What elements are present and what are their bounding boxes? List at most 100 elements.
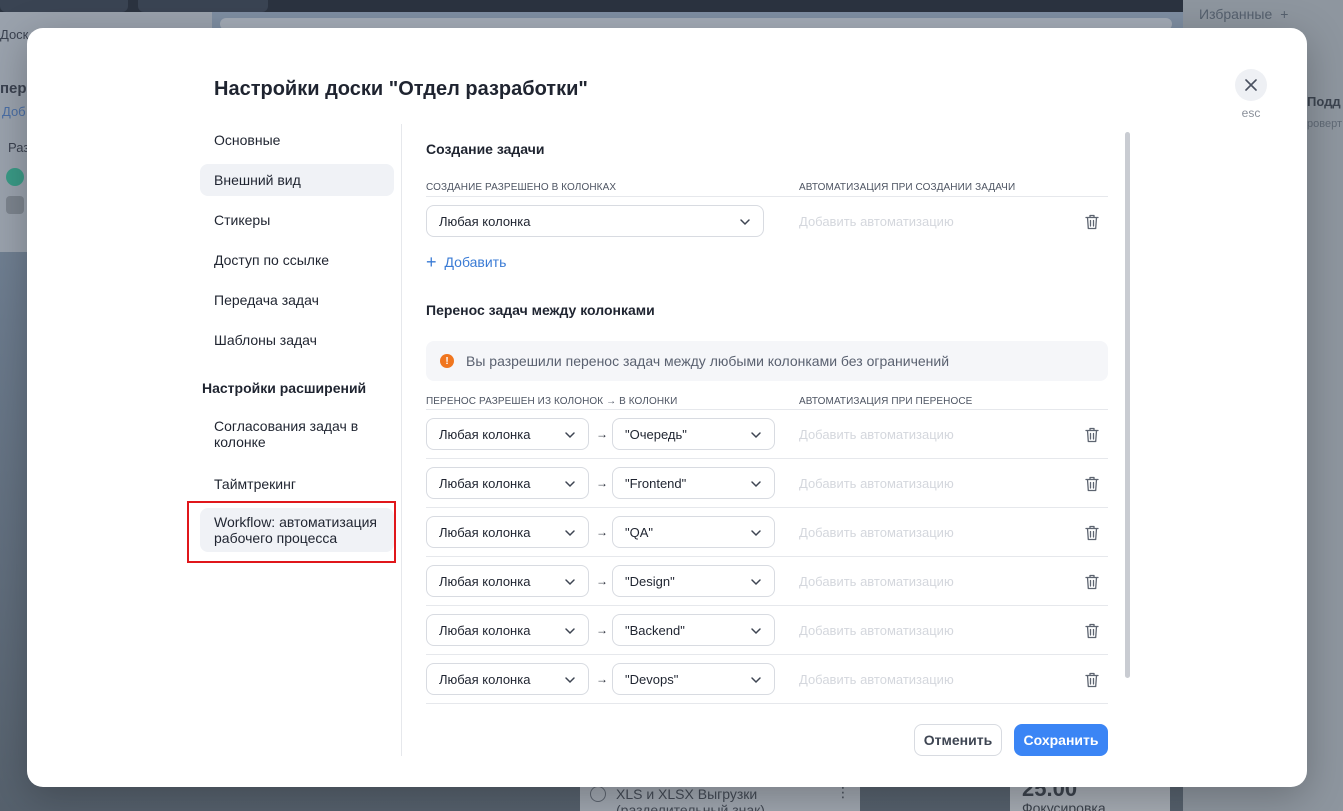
select-value: "Design" [625,573,675,589]
select-value: Любая колонка [439,622,531,638]
nav-item-task-transfer[interactable]: Передача задач [200,284,394,316]
chevron-down-icon [565,432,575,439]
trash-icon[interactable] [1085,427,1099,443]
bg-right-sub: роверт [1307,118,1342,130]
add-automation-link[interactable]: Добавить автоматизацию [799,214,954,229]
nav-item-label: Workflow: автоматизация рабочего процесс… [214,514,378,546]
trash-icon[interactable] [1085,574,1099,590]
chevron-down-icon [751,481,761,488]
transfer-from-select[interactable]: Любая колонка [426,614,589,646]
transfer-from-select[interactable]: Любая колонка [426,516,589,548]
nav-item-label: Стикеры [214,212,271,228]
nav-item-label: Таймтрекинг [214,476,296,492]
trash-icon[interactable] [1085,623,1099,639]
select-value: "Devops" [625,671,679,687]
info-text: Вы разрешили перенос задач между любыми … [466,353,950,369]
trash-icon[interactable] [1085,672,1099,688]
select-value: "Backend" [625,622,685,638]
chevron-down-icon [751,432,761,439]
column-header: Автоматизация при переносе [799,396,973,407]
bg-right-title: Подд [1307,94,1341,109]
transfer-to-select[interactable]: "Devops" [612,663,775,695]
save-button[interactable]: Сохранить [1014,724,1108,756]
transfer-to-select[interactable]: "Очередь" [612,418,775,450]
select-value: Любая колонка [439,475,531,491]
transfer-to-select[interactable]: "QA" [612,516,775,548]
transfer-from-select[interactable]: Любая колонка [426,565,589,597]
transfer-to-select[interactable]: "Backend" [612,614,775,646]
divider [426,458,1108,459]
nav-item-link-access[interactable]: Доступ по ссылке [200,244,394,276]
transfer-from-select[interactable]: Любая колонка [426,467,589,499]
bg-card-label: Фокусировка [1022,800,1106,811]
select-value: "QA" [625,524,654,540]
creation-column-select[interactable]: Любая колонка [426,205,764,237]
scrollbar[interactable] [1125,132,1130,678]
transfer-to-select[interactable]: "Frontend" [612,467,775,499]
modal-title: Настройки доски "Отдел разработки" [214,78,588,100]
nav-item-basic[interactable]: Основные [200,124,394,156]
add-automation-link[interactable]: Добавить автоматизацию [799,574,954,589]
chevron-down-icon [751,530,761,537]
nav-item-task-templates[interactable]: Шаблоны задач [200,324,394,356]
transfer-from-select[interactable]: Любая колонка [426,418,589,450]
divider [426,409,1108,410]
nav-section-extensions: Настройки расширений [202,380,367,396]
divider [426,654,1108,655]
select-value: Любая колонка [439,573,531,589]
board-settings-modal: Настройки доски "Отдел разработки" esc О… [27,28,1307,787]
close-hint: esc [1241,106,1261,120]
nav-item-timetracking[interactable]: Таймтрекинг [200,468,394,500]
cancel-button[interactable]: Отменить [914,724,1002,756]
chevron-down-icon [565,628,575,635]
column-header: Автоматизация при создании задачи [799,182,1016,193]
select-value: "Frontend" [625,475,687,491]
section-title-creation: Создание задачи [426,141,545,157]
nav-item-workflow[interactable]: Workflow: автоматизация рабочего процесс… [200,508,394,552]
bg-tab [138,0,268,12]
close-button[interactable] [1235,69,1267,101]
nav-item-label: Доступ по ссылке [214,252,330,268]
bg-card-text: XLS и XLSX Выгрузки [616,786,758,802]
chevron-down-icon [565,481,575,488]
chevron-down-icon [751,579,761,586]
plus-icon: + [426,252,437,272]
add-automation-link[interactable]: Добавить автоматизацию [799,623,954,638]
bg-left-tab-text: Доск [0,27,29,42]
chevron-down-icon [740,219,750,226]
bg-topbar [0,0,1343,12]
settings-content: Создание задачи Создание разрешено в кол… [426,124,1108,784]
select-value: "Очередь" [625,426,687,442]
divider [426,556,1108,557]
bg-favorites: Избранные + [1199,6,1289,22]
add-automation-link[interactable]: Добавить автоматизацию [799,476,954,491]
add-creation-rule-button[interactable]: + Добавить [426,252,507,272]
chevron-down-icon [565,530,575,537]
add-label: Добавить [444,254,507,270]
divider [426,703,1108,704]
transfer-from-select[interactable]: Любая колонка [426,663,589,695]
nav-item-label: Передача задач [214,292,319,308]
nav-item-approvals[interactable]: Согласования задач в колонке [200,414,394,454]
nav-item-appearance[interactable]: Внешний вид [200,164,394,196]
transfer-to-select[interactable]: "Design" [612,565,775,597]
trash-icon[interactable] [1085,476,1099,492]
divider [426,507,1108,508]
add-automation-link[interactable]: Добавить автоматизацию [799,427,954,442]
nav-item-label: Шаблоны задач [214,332,317,348]
select-value: Любая колонка [439,213,531,229]
bg-left-text: Доб [2,104,26,119]
divider [426,605,1108,606]
trash-icon[interactable] [1085,214,1099,230]
nav-item-label: Согласования задач в колонке [214,418,359,450]
nav-item-stickers[interactable]: Стикеры [200,204,394,236]
nav-item-label: Основные [214,132,281,148]
bg-card-text: (разделительный знак) [616,802,765,811]
add-automation-link[interactable]: Добавить автоматизацию [799,525,954,540]
add-automation-link[interactable]: Добавить автоматизацию [799,672,954,687]
arrow-icon: → [596,427,608,441]
trash-icon[interactable] [1085,525,1099,541]
close-icon [1245,79,1257,91]
column-header: Создание разрешено в колонках [426,182,617,193]
chevron-down-icon [751,628,761,635]
